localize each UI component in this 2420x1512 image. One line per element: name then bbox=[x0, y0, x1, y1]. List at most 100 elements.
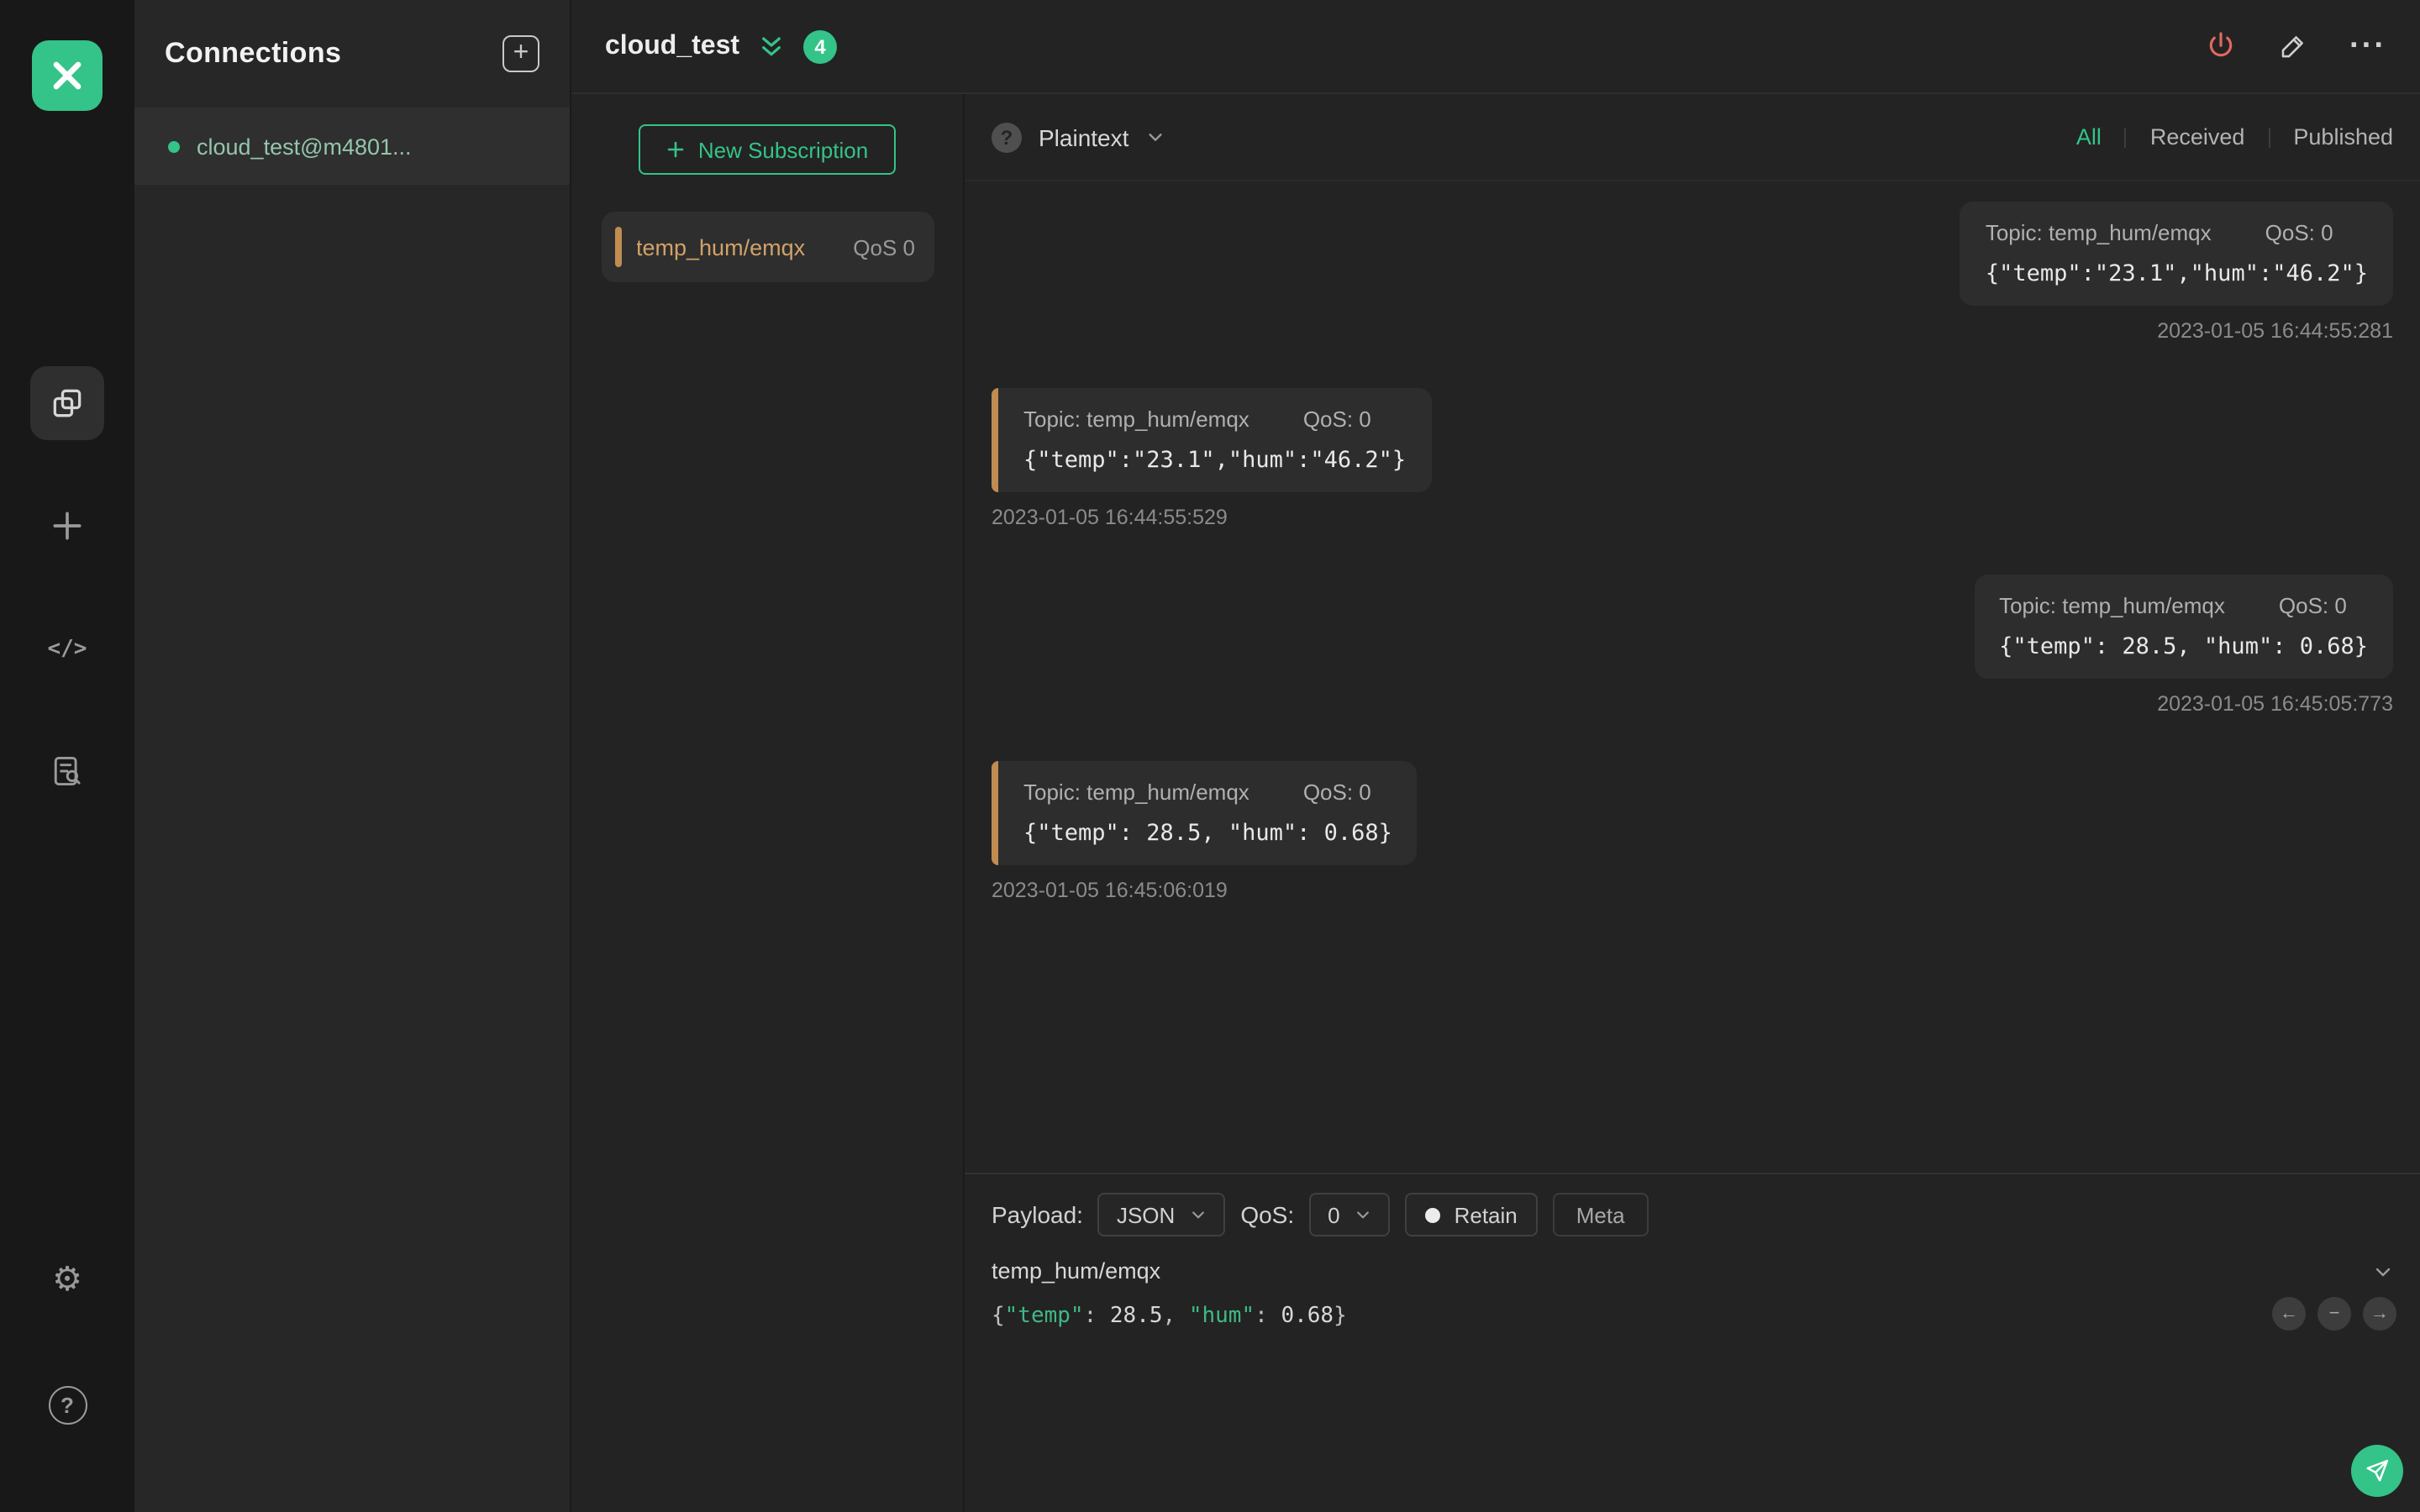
json-token: } bbox=[1334, 1304, 1347, 1329]
edit-connection-button[interactable] bbox=[2279, 32, 2307, 60]
topic-value: temp_hum/emqx bbox=[992, 1258, 1161, 1284]
new-subscription-button[interactable]: New Subscription bbox=[639, 124, 896, 175]
chevron-down-icon bbox=[1357, 1211, 1370, 1219]
logo-x-icon bbox=[53, 61, 82, 90]
nav-log[interactable] bbox=[30, 734, 104, 808]
message-card[interactable]: Topic: temp_hum/emqx QoS: 0 {"temp":"23.… bbox=[992, 388, 1432, 492]
message-meta: Topic: temp_hum/emqx QoS: 0 bbox=[1023, 780, 1392, 805]
nav-help[interactable]: ? bbox=[30, 1368, 104, 1441]
topic-input[interactable]: temp_hum/emqx bbox=[965, 1248, 2420, 1290]
nav-connections[interactable] bbox=[30, 366, 104, 440]
divider bbox=[2268, 127, 2270, 147]
connections-list: cloud_test@m4801... bbox=[134, 108, 570, 185]
message-card[interactable]: Topic: temp_hum/emqx QoS: 0 {"temp": 28.… bbox=[992, 761, 1418, 865]
minus-icon: − bbox=[2328, 1304, 2340, 1324]
filter-all[interactable]: All bbox=[2076, 124, 2102, 150]
messages-pane: ? Plaintext All Received Published Topic… bbox=[965, 94, 2420, 1512]
connection-title: cloud_test bbox=[605, 31, 740, 60]
plus-icon: + bbox=[513, 39, 529, 67]
qos-label: QoS: bbox=[1240, 1201, 1295, 1228]
retain-label: Retain bbox=[1454, 1202, 1518, 1227]
help-icon: ? bbox=[48, 1385, 87, 1424]
history-prev-button[interactable]: ← bbox=[2272, 1297, 2306, 1331]
payload-format-select[interactable]: JSON bbox=[1097, 1193, 1226, 1236]
message-group-received: Topic: temp_hum/emqx QoS: 0 {"temp":"23.… bbox=[992, 388, 2393, 529]
message-timestamp: 2023-01-05 16:45:06:019 bbox=[992, 879, 1228, 902]
payload-format-dropdown[interactable]: ? Plaintext bbox=[992, 122, 1164, 152]
message-timestamp: 2023-01-05 16:44:55:529 bbox=[992, 506, 1228, 529]
more-options-button[interactable]: ··· bbox=[2349, 30, 2386, 62]
chevron-down-icon bbox=[1148, 134, 1162, 141]
chevron-down-icon bbox=[1192, 1211, 1205, 1219]
messages-toolbar: ? Plaintext All Received Published bbox=[965, 94, 2420, 181]
filter-published[interactable]: Published bbox=[2293, 124, 2393, 150]
meta-label: Meta bbox=[1576, 1202, 1625, 1227]
paper-plane-icon bbox=[2366, 1459, 2389, 1482]
power-icon bbox=[2209, 32, 2233, 57]
subscriptions-column: New Subscription temp_hum/emqx QoS 0 bbox=[571, 94, 965, 1512]
json-key: "temp" bbox=[1004, 1304, 1084, 1329]
message-timestamp: 2023-01-05 16:45:05:773 bbox=[2157, 692, 2393, 716]
retain-dot-icon bbox=[1425, 1207, 1441, 1222]
message-topic: Topic: temp_hum/emqx bbox=[1985, 220, 2212, 245]
message-meta: Topic: temp_hum/emqx QoS: 0 bbox=[1999, 593, 2368, 618]
message-list: Topic: temp_hum/emqx QoS: 0 {"temp":"23.… bbox=[965, 181, 2420, 1173]
mqttx-logo[interactable] bbox=[32, 40, 103, 111]
connection-header-actions: ··· bbox=[2205, 30, 2386, 62]
json-token: : bbox=[1083, 1304, 1110, 1329]
subscription-count-badge: 4 bbox=[803, 29, 838, 63]
send-button[interactable] bbox=[2351, 1445, 2403, 1497]
payload-editor[interactable]: {"temp": 28.5, "hum": 0.68} ← − → bbox=[965, 1290, 2420, 1512]
format-help-icon[interactable]: ? bbox=[992, 122, 1022, 152]
retain-toggle[interactable]: Retain bbox=[1405, 1193, 1538, 1236]
plus-icon bbox=[668, 141, 685, 158]
connection-content: New Subscription temp_hum/emqx QoS 0 ? P… bbox=[571, 94, 2420, 1512]
json-number: 0.68 bbox=[1281, 1304, 1334, 1329]
chevron-down-icon[interactable] bbox=[2373, 1261, 2393, 1281]
connection-header-left: cloud_test 4 bbox=[605, 29, 838, 63]
gear-icon: ⚙ bbox=[52, 1262, 82, 1299]
message-payload: {"temp": 28.5, "hum": 0.68} bbox=[1023, 820, 1392, 847]
message-topic: Topic: temp_hum/emqx bbox=[1023, 780, 1249, 805]
message-qos: QoS: 0 bbox=[2278, 593, 2347, 618]
nav-new-connection[interactable] bbox=[30, 489, 104, 563]
payload-label: Payload: bbox=[992, 1201, 1083, 1228]
message-group-published: Topic: temp_hum/emqx QoS: 0 {"temp": 28.… bbox=[992, 575, 2393, 716]
qos-value: 0 bbox=[1328, 1202, 1340, 1227]
history-next-button[interactable]: → bbox=[2363, 1297, 2396, 1331]
message-qos: QoS: 0 bbox=[2265, 220, 2333, 245]
history-pause-button[interactable]: − bbox=[2317, 1297, 2351, 1331]
message-topic: Topic: temp_hum/emqx bbox=[1023, 407, 1249, 432]
new-connection-button[interactable]: + bbox=[502, 35, 539, 72]
connections-title: Connections bbox=[165, 37, 342, 69]
message-group-received: Topic: temp_hum/emqx QoS: 0 {"temp": 28.… bbox=[992, 761, 2393, 902]
format-value: Plaintext bbox=[1039, 123, 1129, 150]
meta-button[interactable]: Meta bbox=[1552, 1193, 1649, 1236]
disconnect-button[interactable] bbox=[2205, 30, 2237, 62]
main-area: cloud_test 4 ··· New Subscription temp_h… bbox=[571, 0, 2420, 1512]
nav-settings[interactable]: ⚙ bbox=[30, 1243, 104, 1317]
connection-item[interactable]: cloud_test@m4801... bbox=[134, 108, 570, 185]
payload-format-value: JSON bbox=[1116, 1202, 1176, 1227]
filter-received[interactable]: Received bbox=[2150, 124, 2245, 150]
arrow-left-icon: ← bbox=[2280, 1304, 2298, 1324]
collapse-panel-button[interactable] bbox=[758, 33, 785, 60]
subscription-item[interactable]: temp_hum/emqx QoS 0 bbox=[601, 212, 934, 282]
new-subscription-label: New Subscription bbox=[697, 137, 869, 162]
subscription-topic: temp_hum/emqx bbox=[636, 234, 806, 260]
qos-select[interactable]: 0 bbox=[1309, 1193, 1391, 1236]
connection-name: cloud_test@m4801... bbox=[197, 134, 412, 159]
nav-script[interactable]: </> bbox=[30, 612, 104, 685]
app-window: </> ⚙ ? Connections + cloud_test@m4801..… bbox=[0, 0, 2420, 1512]
message-card[interactable]: Topic: temp_hum/emqx QoS: 0 {"temp": 28.… bbox=[1974, 575, 2393, 679]
message-meta: Topic: temp_hum/emqx QoS: 0 bbox=[1023, 407, 1406, 432]
message-card[interactable]: Topic: temp_hum/emqx QoS: 0 {"temp":"23.… bbox=[1960, 202, 2393, 306]
code-icon: </> bbox=[47, 636, 87, 661]
message-qos: QoS: 0 bbox=[1302, 407, 1371, 432]
plus-icon bbox=[53, 512, 82, 540]
message-timestamp: 2023-01-05 16:44:55:281 bbox=[2157, 319, 2393, 343]
message-qos: QoS: 0 bbox=[1302, 780, 1371, 805]
json-token: , bbox=[1162, 1304, 1189, 1329]
json-token: { bbox=[992, 1304, 1005, 1329]
nav-bottom: ⚙ ? bbox=[30, 1243, 104, 1441]
